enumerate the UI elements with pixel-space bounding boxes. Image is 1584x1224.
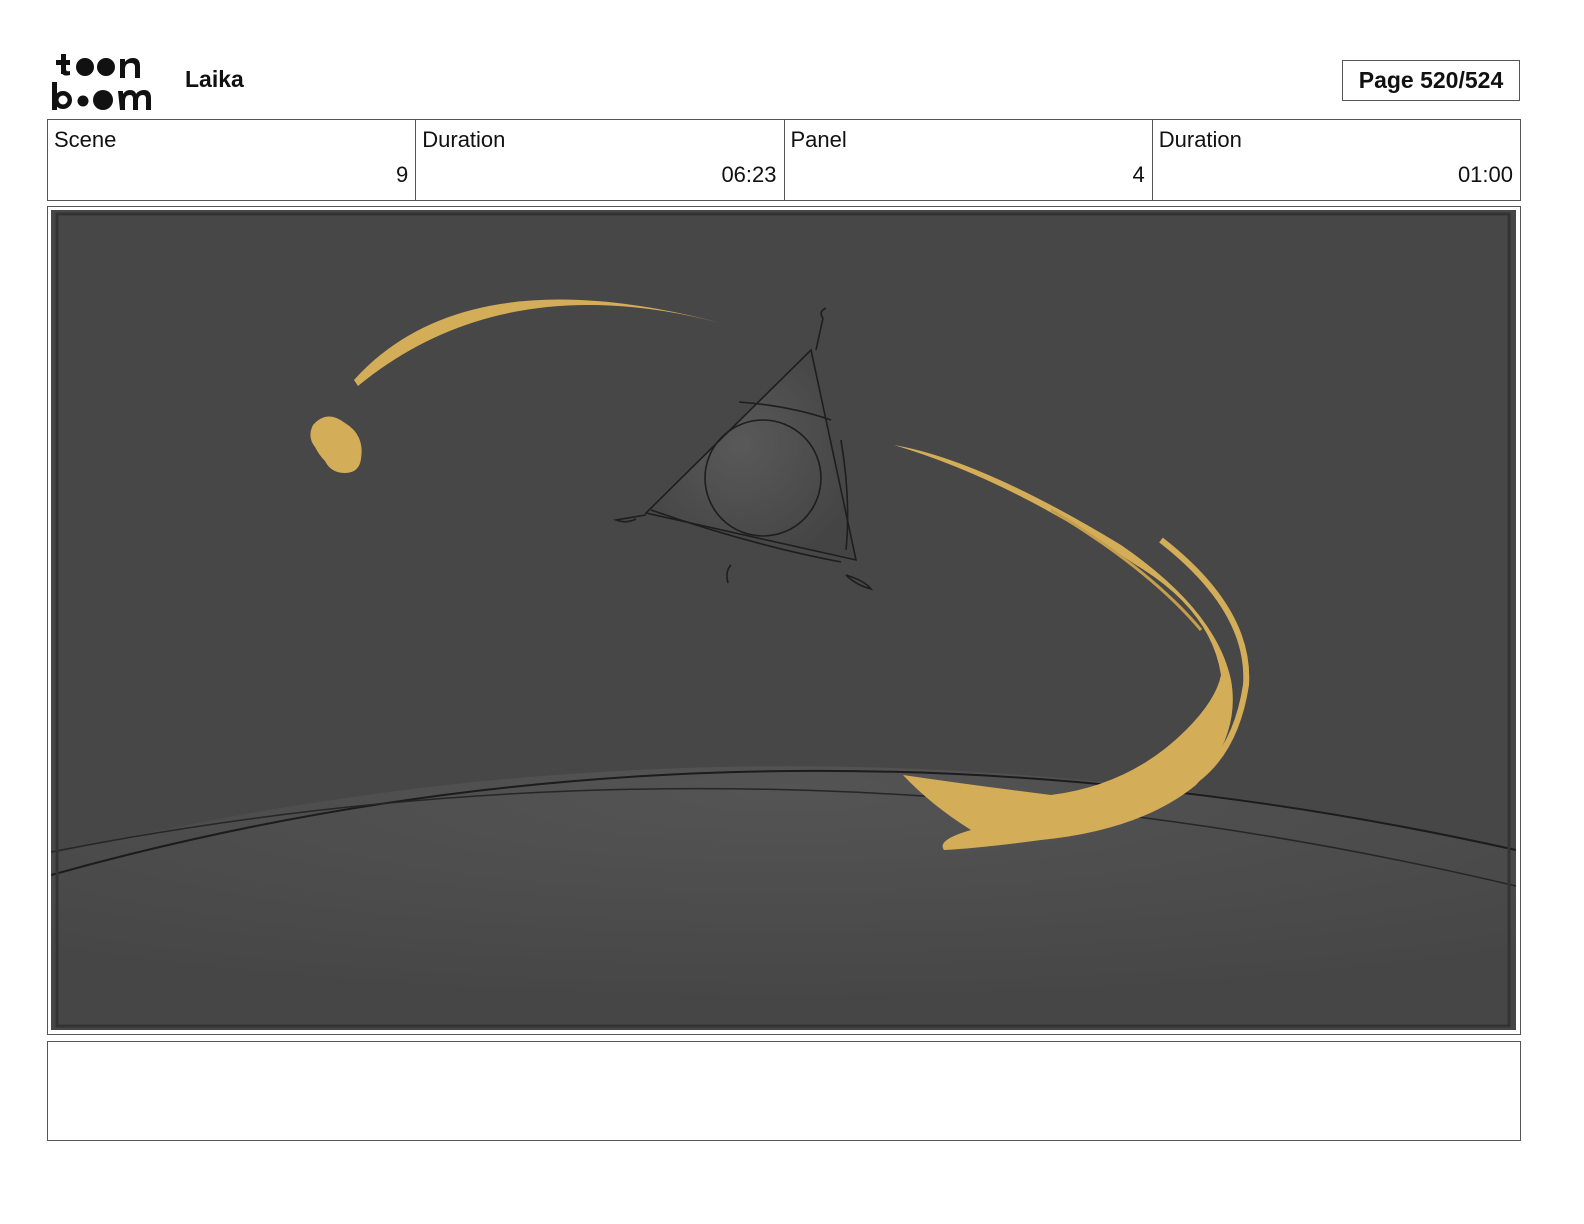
panel-info-table: Scene 9 Duration 06:23 Panel 4 Duration … [47, 119, 1521, 201]
scene-label: Scene [54, 127, 117, 152]
scene-value: 9 [396, 162, 409, 187]
page-number: Page 520/524 [1342, 60, 1520, 101]
scene-cell: Scene 9 [48, 120, 417, 200]
panel-value: 4 [1132, 162, 1145, 187]
panel-cell: Panel 4 [785, 120, 1153, 200]
project-title: Laika [185, 66, 244, 92]
scene-duration-label: Duration [422, 127, 506, 152]
panel-duration-cell: Duration 01:00 [1153, 120, 1520, 200]
storyboard-panel-image [51, 210, 1516, 1030]
toon-boom-logo [52, 54, 151, 110]
panel-duration-label: Duration [1158, 127, 1242, 152]
storyboard-panel-frame [47, 206, 1521, 1035]
scene-duration-value: 06:23 [721, 162, 777, 187]
panel-duration-value: 01:00 [1457, 162, 1513, 187]
scene-duration-cell: Duration 06:23 [416, 120, 785, 200]
panel-notes-box [47, 1041, 1521, 1141]
panel-label: Panel [790, 127, 847, 152]
